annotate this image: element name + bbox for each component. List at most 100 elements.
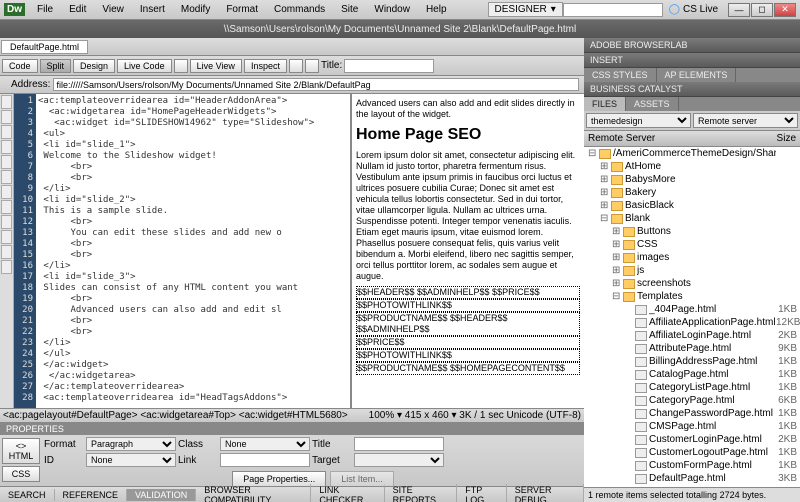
tree-file[interactable]: BillingAddressPage.html1KB [584, 355, 800, 368]
title-input[interactable] [344, 59, 434, 73]
tree-file[interactable]: CatalogPage.html1KB [584, 368, 800, 381]
tree-folder[interactable]: ⊞BabysMore [584, 173, 800, 186]
address-input[interactable] [53, 78, 579, 91]
tree-folder[interactable]: ⊞BasicBlack [584, 199, 800, 212]
tree-folder[interactable]: ⊞CSS [584, 238, 800, 251]
tree-file[interactable]: CategoryListPage.html1KB [584, 381, 800, 394]
target-select[interactable] [354, 453, 444, 467]
close-button[interactable]: ✕ [774, 3, 796, 17]
menu-file[interactable]: File [29, 2, 61, 17]
menu-commands[interactable]: Commands [266, 2, 333, 17]
tree-folder[interactable]: ⊞Buttons [584, 225, 800, 238]
workspace-dropdown[interactable]: DESIGNER▾ [488, 2, 563, 17]
livecode-icon[interactable] [174, 59, 188, 73]
assets-tab[interactable]: ASSETS [626, 97, 679, 111]
gutter-tool[interactable] [1, 140, 12, 154]
liveview-button[interactable]: Live View [190, 59, 242, 73]
menu-window[interactable]: Window [366, 2, 418, 17]
results-tab[interactable]: SERVER DEBUG [507, 484, 584, 502]
code-view-button[interactable]: Code [2, 59, 38, 73]
tree-file[interactable]: AffiliateLoginPage.html2KB [584, 329, 800, 342]
gutter-tool[interactable] [1, 245, 12, 259]
search-input[interactable] [563, 3, 663, 17]
tree-file[interactable]: _404Page.html1KB [584, 303, 800, 316]
tree-file[interactable]: CustomerLogoutPage.html1KB [584, 446, 800, 459]
livecode-button[interactable]: Live Code [117, 59, 172, 73]
results-tab[interactable]: SEARCH [0, 489, 55, 501]
class-select[interactable]: None [220, 437, 310, 451]
gutter-tool[interactable] [1, 170, 12, 184]
minimize-button[interactable]: — [728, 3, 750, 17]
tree-file[interactable]: CustomerLoginPage.html2KB [584, 433, 800, 446]
gutter-tool[interactable] [1, 230, 12, 244]
results-tab[interactable]: BROWSER COMPATIBILITY [196, 484, 311, 502]
maximize-button[interactable]: ◻ [751, 3, 773, 17]
tree-folder[interactable]: ⊞images [584, 251, 800, 264]
tree-file[interactable]: CMSPage.html1KB [584, 420, 800, 433]
results-tab[interactable]: FTP LOG [457, 484, 506, 502]
results-tab[interactable]: SITE REPORTS [385, 484, 458, 502]
menu-format[interactable]: Format [218, 2, 266, 17]
tree-file[interactable]: ChangePasswordPage.html1KB [584, 407, 800, 420]
inspect-button[interactable]: Inspect [244, 59, 287, 73]
menu-modify[interactable]: Modify [173, 2, 218, 17]
gutter-tool[interactable] [1, 155, 12, 169]
panels-dock: ADOBE BROWSERLAB INSERT CSS STYLES AP EL… [584, 38, 800, 502]
site-select[interactable]: themedesign [586, 113, 691, 128]
connection-select[interactable]: Remote server [693, 113, 798, 128]
view-meta[interactable]: 100% ▾ 415 x 460 ▾ 3K / 1 sec Unicode (U… [369, 410, 581, 421]
tree-folder[interactable]: ⊞js [584, 264, 800, 277]
gutter-tool[interactable] [1, 95, 12, 109]
id-label: ID [44, 455, 84, 466]
menu-view[interactable]: View [94, 2, 132, 17]
tag-path[interactable]: <ac:pagelayout#DefaultPage> <ac:widgetar… [3, 410, 348, 421]
gutter-tool[interactable] [1, 260, 12, 274]
tool-icon-2[interactable] [305, 59, 319, 73]
ap-elements-tab[interactable]: AP ELEMENTS [657, 68, 737, 82]
tree-folder[interactable]: ⊞AtHome [584, 160, 800, 173]
menu-site[interactable]: Site [333, 2, 366, 17]
insert-panel[interactable]: INSERT [584, 53, 800, 68]
tree-folder[interactable]: ⊞Bakery [584, 186, 800, 199]
format-select[interactable]: Paragraph [86, 437, 176, 451]
link-input[interactable] [220, 453, 310, 467]
file-tree[interactable]: ⊟/AmeriCommerceThemeDesign/Shared/Themes… [584, 147, 800, 487]
design-preview[interactable]: Advanced users can also add and edit sli… [352, 94, 584, 408]
html-props-tab[interactable]: <> HTML [2, 438, 40, 464]
results-tab[interactable]: VALIDATION [127, 489, 196, 501]
gutter-tool[interactable] [1, 215, 12, 229]
menu-insert[interactable]: Insert [132, 2, 173, 17]
cslive-button[interactable]: ◯CS Live [663, 4, 724, 15]
tool-icon[interactable] [289, 59, 303, 73]
css-styles-tab[interactable]: CSS STYLES [584, 68, 657, 82]
design-view-button[interactable]: Design [73, 59, 115, 73]
split-view-button[interactable]: Split [40, 59, 72, 73]
tree-file[interactable]: AffiliateApplicationPage.html12KB [584, 316, 800, 329]
business-catalyst-panel[interactable]: BUSINESS CATALYST [584, 82, 800, 97]
css-props-tab[interactable]: CSS [2, 466, 40, 482]
tree-folder[interactable]: ⊟Blank [584, 212, 800, 225]
menu-help[interactable]: Help [418, 2, 455, 17]
gutter-tool[interactable] [1, 125, 12, 139]
tree-folder[interactable]: ⊞screenshots [584, 277, 800, 290]
id-select[interactable]: None [86, 453, 176, 467]
files-tab[interactable]: FILES [584, 97, 626, 111]
gutter-tool[interactable] [1, 185, 12, 199]
document-tab[interactable]: DefaultPage.html [1, 40, 88, 54]
menu-edit[interactable]: Edit [61, 2, 94, 17]
tree-col-name[interactable]: Remote Server [588, 133, 777, 144]
gutter-tool[interactable] [1, 110, 12, 124]
code-editor[interactable]: <ac:templateoverridearea id="HeaderAddon… [36, 94, 350, 408]
results-tab[interactable]: REFERENCE [55, 489, 128, 501]
tree-folder[interactable]: ⊟Templates [584, 290, 800, 303]
tree-file[interactable]: AttributePage.html9KB [584, 342, 800, 355]
tree-file[interactable]: CategoryPage.html6KB [584, 394, 800, 407]
titlef-input[interactable] [354, 437, 444, 451]
gutter-tool[interactable] [1, 200, 12, 214]
merge-placeholder: $$HEADER$$ $$ADMINHELP$$ $$PRICE$$ [356, 286, 580, 299]
browserlab-panel[interactable]: ADOBE BROWSERLAB [584, 38, 800, 53]
tree-col-size[interactable]: Size [777, 133, 796, 144]
tree-file[interactable]: DefaultPage.html3KB [584, 472, 800, 485]
tree-folder[interactable]: ⊟/AmeriCommerceThemeDesign/Shared/Themes… [584, 147, 800, 160]
tree-file[interactable]: CustomFormPage.html1KB [584, 459, 800, 472]
